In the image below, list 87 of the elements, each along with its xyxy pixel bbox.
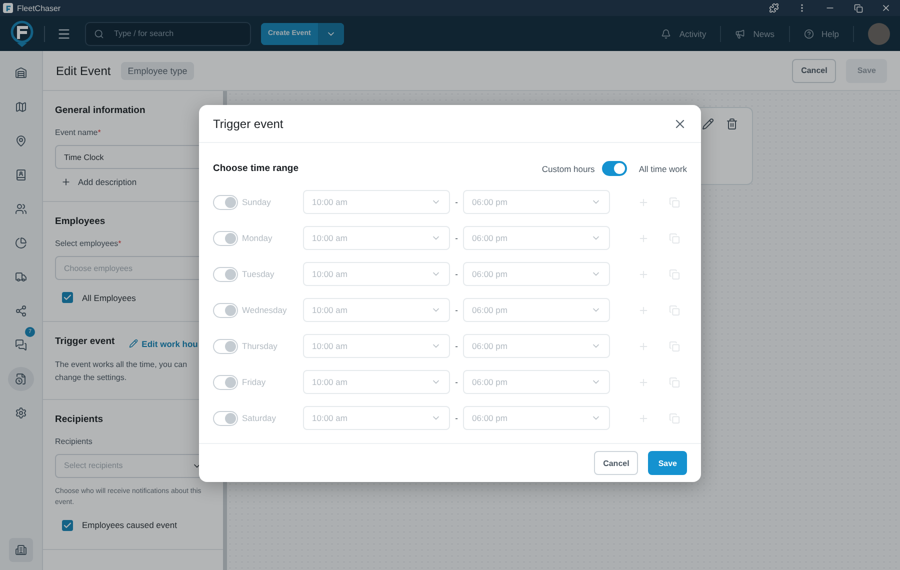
copy-icon <box>669 304 680 316</box>
day-label: Tuesday <box>242 269 276 279</box>
plus-icon <box>638 412 649 424</box>
truck-icon <box>15 271 27 283</box>
day-label: Wednesday <box>242 305 288 315</box>
checkbox-label: Employees caused event <box>82 520 177 530</box>
chat-icon <box>15 339 27 351</box>
dropdown-button[interactable] <box>318 22 344 44</box>
toggle-switch[interactable] <box>602 161 627 176</box>
app-name: FleetChaser <box>17 4 61 12</box>
day-label: Sunday <box>242 197 272 207</box>
separator: - <box>454 305 459 315</box>
separator: - <box>454 197 459 207</box>
help-icon <box>804 28 814 38</box>
pie-chart-icon <box>15 237 27 249</box>
map-pin-icon <box>15 135 27 147</box>
switch-label: All time work <box>638 164 687 174</box>
day-label: Thursday <box>242 341 278 351</box>
plus-icon <box>638 268 649 280</box>
dialog-title: Trigger event <box>213 116 284 130</box>
trash-icon[interactable] <box>726 118 738 130</box>
section-heading: General information <box>55 105 146 116</box>
nav-link[interactable]: News <box>721 26 790 42</box>
separator: - <box>454 377 459 387</box>
section-heading: Employees <box>55 216 106 227</box>
checkbox-label: All Employees <box>82 292 136 302</box>
nav-link[interactable]: Activity <box>647 26 722 42</box>
plus-icon <box>638 340 649 352</box>
day-label: Saturday <box>242 413 278 423</box>
add-description-link[interactable]: Add description <box>55 177 211 187</box>
app-icon <box>3 3 13 13</box>
cancel-button[interactable]: Cancel <box>792 58 836 82</box>
search-field[interactable]: Type / for search <box>85 22 251 46</box>
megaphone-icon <box>735 28 746 38</box>
warehouse-icon <box>15 67 27 79</box>
pencil-icon <box>128 339 138 348</box>
users-icon <box>15 203 27 215</box>
edit-work-hours-link[interactable]: Edit work hou <box>128 338 198 348</box>
copy-icon <box>669 340 680 352</box>
copy-icon <box>669 196 680 208</box>
separator: - <box>454 233 459 243</box>
pencil-icon[interactable] <box>702 118 714 130</box>
section-heading: Choose time range <box>213 163 299 174</box>
puzzle-icon[interactable] <box>769 3 779 13</box>
description-text: The event works all the time, you can change the settings. <box>55 359 188 384</box>
cancel-button[interactable]: Cancel <box>594 451 638 475</box>
nav-link[interactable]: Help <box>790 26 854 42</box>
bell-icon <box>661 28 672 38</box>
close-icon[interactable] <box>881 3 891 13</box>
section-heading: Trigger event <box>55 336 115 347</box>
copy-icon <box>669 412 680 424</box>
avatar[interactable] <box>868 22 890 44</box>
share-icon <box>15 305 27 317</box>
plus-icon <box>638 232 649 244</box>
contact-book-icon <box>15 169 27 181</box>
separator: - <box>454 269 459 279</box>
plus-icon <box>638 196 649 208</box>
plus-icon <box>61 177 71 187</box>
sidebar-item[interactable] <box>8 367 34 391</box>
map-icon <box>15 101 27 113</box>
restore-icon[interactable] <box>854 4 862 12</box>
field-label: Recipients <box>55 436 94 446</box>
copy-icon <box>669 376 680 388</box>
logo-icon[interactable] <box>10 20 34 48</box>
settings-icon <box>15 407 27 419</box>
required-mark: * <box>98 128 101 137</box>
search-icon <box>94 28 104 38</box>
sidebar-item[interactable] <box>9 538 33 562</box>
switch-label: Custom hours <box>542 164 595 174</box>
day-label: Friday <box>242 377 267 387</box>
page-title: Edit Event <box>56 64 111 78</box>
building-icon <box>15 544 27 556</box>
menu-icon[interactable] <box>57 26 71 40</box>
plus-icon <box>638 376 649 388</box>
event-type-tag: Employee type <box>120 62 194 80</box>
copy-icon <box>669 232 680 244</box>
clock-document-icon <box>15 373 27 385</box>
checkbox[interactable] <box>62 520 73 531</box>
day-label: Monday <box>242 233 274 243</box>
plus-icon <box>638 304 649 316</box>
required-mark: * <box>118 239 122 248</box>
save-button[interactable]: Save <box>648 451 687 475</box>
copy-icon <box>669 268 680 280</box>
checkbox[interactable] <box>62 292 73 303</box>
separator: - <box>454 413 459 423</box>
section-heading: Recipients <box>55 414 104 425</box>
separator: - <box>454 341 459 351</box>
